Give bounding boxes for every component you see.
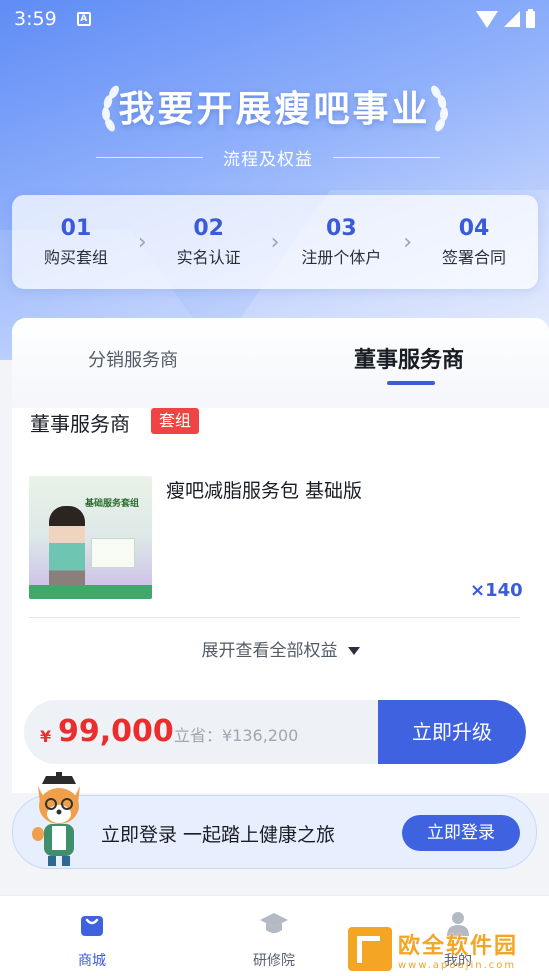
product-image-text: 基础服务套组 <box>84 499 139 509</box>
watermark-url: www.apoujin.com <box>398 959 517 971</box>
login-banner: 立即登录 一起踏上健康之旅 立即登录 <box>12 795 537 869</box>
step-2: 02 实名认证 <box>159 216 259 268</box>
step-label: 购买套组 <box>43 248 108 267</box>
divider <box>333 156 440 158</box>
product-image[interactable]: 基础服务套组 <box>29 476 152 599</box>
package-section: 董事服务商 套组 基础服务套组 瘦吧减脂服务包 基础版 ×140 展开查看全部权… <box>12 408 549 793</box>
product-quantity: ×140 <box>470 580 523 601</box>
signal-icon <box>504 11 520 27</box>
nav-shop[interactable]: 商城 <box>52 908 132 970</box>
divider <box>29 617 520 618</box>
tab-bar: 分销服务商 董事服务商 <box>12 318 549 408</box>
tab-director[interactable]: 董事服务商 <box>354 342 464 374</box>
status-time: 3:59 <box>14 8 57 30</box>
nav-label: 研修院 <box>253 953 295 969</box>
step-number: 04 <box>458 216 490 241</box>
step-4: 04 签署合同 <box>424 216 524 268</box>
hero-subtitle: 流程及权益 <box>223 149 313 170</box>
shopping-bag-icon <box>81 916 103 936</box>
hero-banner <box>0 0 549 360</box>
status-bar: 3:59 A <box>0 0 549 38</box>
a-icon: A <box>76 12 91 26</box>
step-number: 03 <box>326 216 357 241</box>
step-1: 01 购买套组 <box>26 216 126 268</box>
step-label: 实名认证 <box>176 248 241 267</box>
hero-subtitle-row: 流程及权益 <box>96 144 440 170</box>
tab-active-indicator <box>387 381 435 385</box>
price-amount: 99,000 <box>58 714 174 749</box>
chevron-right-icon: › <box>403 229 413 255</box>
expand-label: 展开查看全部权益 <box>201 641 338 661</box>
step-number: 01 <box>60 216 92 241</box>
battery-icon <box>526 8 535 28</box>
graduation-cap-icon <box>260 913 288 933</box>
watermark-logo-icon <box>348 927 392 971</box>
chevron-right-icon: › <box>137 229 147 255</box>
watermark: 欧全软件园 www.apoujin.com <box>348 926 544 972</box>
hero-title: 我要开展瘦吧事业 <box>118 89 431 130</box>
divider <box>96 156 203 158</box>
fox-mascot-icon <box>32 772 80 866</box>
service-card: 分销服务商 董事服务商 董事服务商 套组 基础服务套组 瘦吧减脂服务包 基础版 … <box>12 318 549 793</box>
login-button[interactable]: 立即登录 <box>402 815 520 851</box>
chevron-right-icon: › <box>270 229 280 255</box>
nav-academy[interactable]: 研修院 <box>234 908 314 970</box>
step-label: 签署合同 <box>442 248 507 267</box>
step-label: 注册个体户 <box>301 248 382 267</box>
package-title: 董事服务商 <box>30 412 130 436</box>
nav-label: 商城 <box>78 953 106 969</box>
tab-distributor[interactable]: 分销服务商 <box>88 346 178 372</box>
step-3: 03 注册个体户 <box>291 216 391 268</box>
expand-benefits-button[interactable]: 展开查看全部权益 <box>12 636 549 661</box>
login-prompt: 立即登录 一起踏上健康之旅 <box>101 824 336 846</box>
laurel-icon <box>431 85 449 132</box>
step-number: 02 <box>193 216 224 241</box>
savings-text: 立省：¥136,200 <box>174 726 299 745</box>
watermark-title: 欧全软件园 <box>398 933 519 959</box>
product-box <box>91 538 135 568</box>
triangle-down-icon <box>347 647 360 655</box>
product-name[interactable]: 瘦吧减脂服务包 基础版 <box>166 476 362 503</box>
product-image-footer <box>29 585 152 599</box>
process-steps: 01 购买套组 › 02 实名认证 › 03 注册个体户 › 04 签署合同 <box>12 195 538 289</box>
wifi-icon <box>476 10 498 28</box>
price-bar: ¥ 99,000 立省：¥136,200 立即升级 <box>24 700 526 764</box>
currency-symbol: ¥ <box>40 727 52 746</box>
upgrade-button[interactable]: 立即升级 <box>378 700 526 764</box>
package-badge: 套组 <box>151 408 200 434</box>
